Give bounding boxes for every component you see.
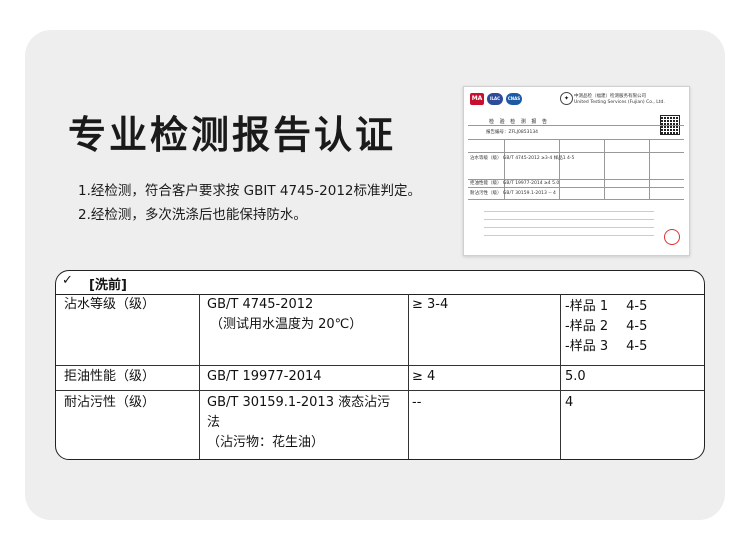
test-report-image: MA ILAC CNAS ✦ 中测品检（福建）检测服务有限公司 United T… — [463, 86, 690, 256]
report-row-1: 沾水等级（级） GB/T 4745-2012 ≥3-4 样品1 4-5 — [470, 156, 575, 161]
results-table: ✓ [洗前] 沾水等级（级） GB/T 4745-2012 （测试用水温度为 2… — [55, 270, 705, 460]
uts-seal-icon: ✦ — [560, 92, 573, 105]
sample-2-result: -样品 2 4-5 — [565, 319, 648, 334]
row1-method-line1: GB/T 4745-2012 — [207, 297, 314, 312]
sample-1-result: -样品 1 4-5 — [565, 299, 648, 314]
row3-method-line3: （沾污物：花生油） — [207, 435, 325, 450]
report-company: 中测品检（福建）检测服务有限公司 United Testing Services… — [574, 94, 665, 106]
ma-logo: MA — [470, 93, 484, 105]
row3-method-line1: GB/T 30159.1-2013 液态沾污 — [207, 395, 391, 410]
sample-3-result: -样品 3 4-5 — [565, 339, 648, 354]
check-icon: ✓ — [62, 273, 73, 288]
ilac-logo: ILAC — [487, 93, 503, 105]
row1-method-line2: （测试用水温度为 20℃） — [210, 317, 363, 332]
row2-method: GB/T 19977-2014 — [207, 369, 322, 384]
report-company-en: United Testing Services (Fujian) Co., Lt… — [574, 100, 665, 105]
row3-result: 4 — [565, 395, 574, 410]
table-header-label: [洗前] — [89, 278, 127, 293]
page-title: 专业检测报告认证 — [68, 113, 397, 157]
table-header: ✓ [洗前] — [56, 271, 704, 295]
row3-item: 耐沾污性（级） — [64, 395, 156, 410]
row1-method: GB/T 4745-2012 （测试用水温度为 20℃） — [207, 295, 362, 335]
bullet-2: 2.经检测，多次洗涤后也能保持防水。 — [78, 207, 307, 223]
report-number: 报告编号：ZFLJ0853134 — [486, 130, 539, 135]
report-row-2: 拒油性能（级） GB/T 19977-2014 ≥4 5.0 — [470, 181, 560, 186]
cnas-logo: CNAS — [506, 93, 522, 105]
row3-method: GB/T 30159.1-2013 液态沾污 法 （沾污物：花生油） — [207, 393, 390, 453]
bullet-1: 1.经检测，符合客户要求按 GBIT 4745-2012标准判定。 — [78, 183, 421, 199]
row3-method-line2: 法 — [207, 415, 221, 430]
row2-item: 拒油性能（级） — [64, 369, 156, 384]
report-title: 检 验 检 测 报 告 — [489, 119, 549, 125]
row2-requirement: ≥ 4 — [412, 369, 436, 384]
row1-item: 沾水等级（级） — [64, 297, 156, 312]
row1-results: -样品 1 4-5 -样品 2 4-5 -样品 3 4-5 — [565, 297, 654, 357]
report-stamp-icon — [664, 229, 680, 245]
report-row-3: 耐沾污性（级） GB/T 30159.1-2013 -- 4 — [470, 191, 556, 196]
row2-result: 5.0 — [565, 369, 586, 384]
row1-requirement: ≥ 3-4 — [412, 297, 449, 312]
row3-requirement: -- — [412, 395, 422, 410]
